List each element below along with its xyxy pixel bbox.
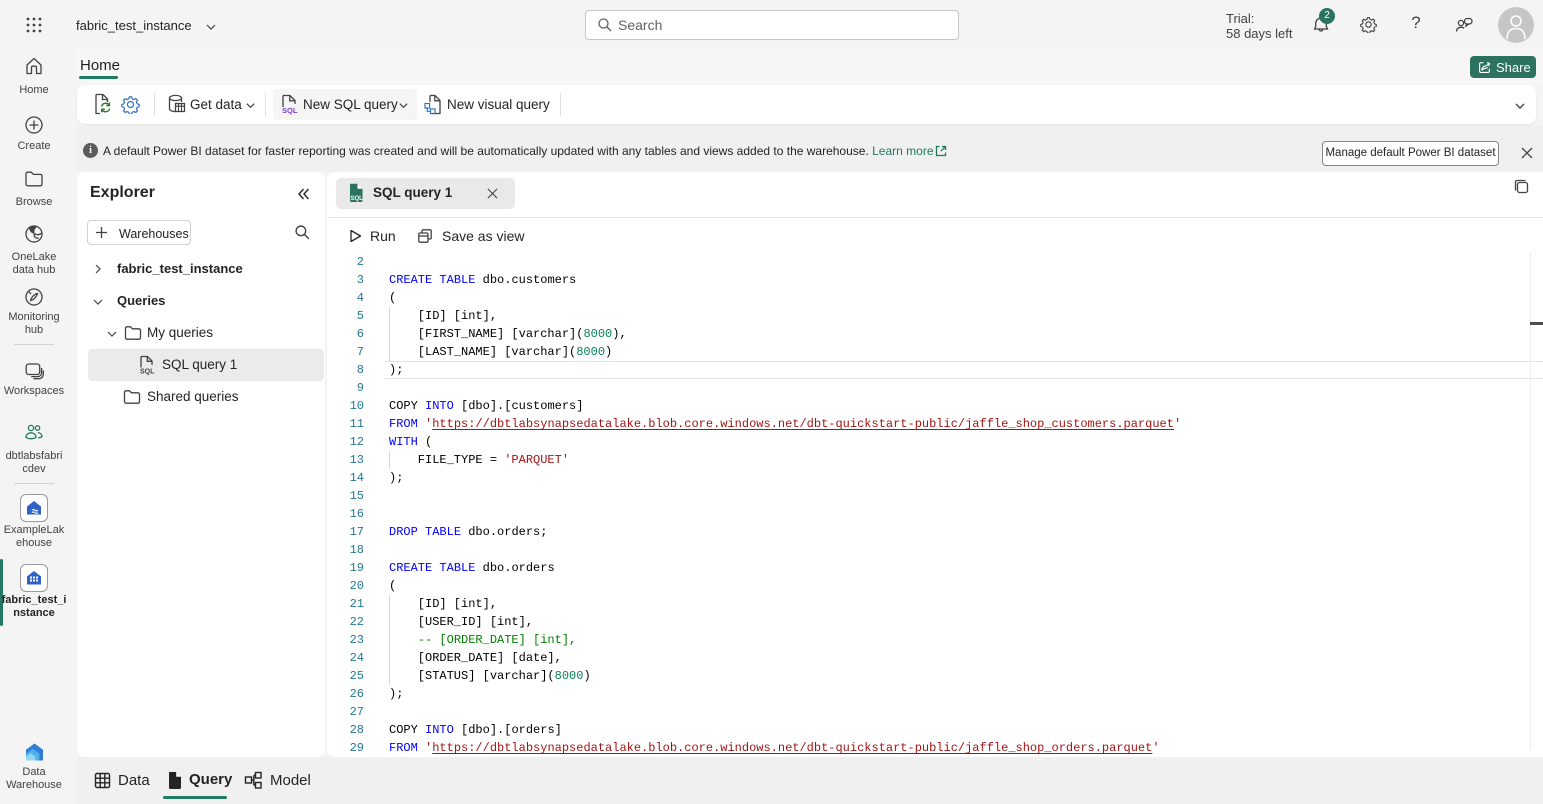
svg-text:SQL: SQL [351, 196, 364, 202]
svg-text:SQL: SQL [140, 369, 155, 376]
svg-text:SQL: SQL [282, 106, 298, 115]
